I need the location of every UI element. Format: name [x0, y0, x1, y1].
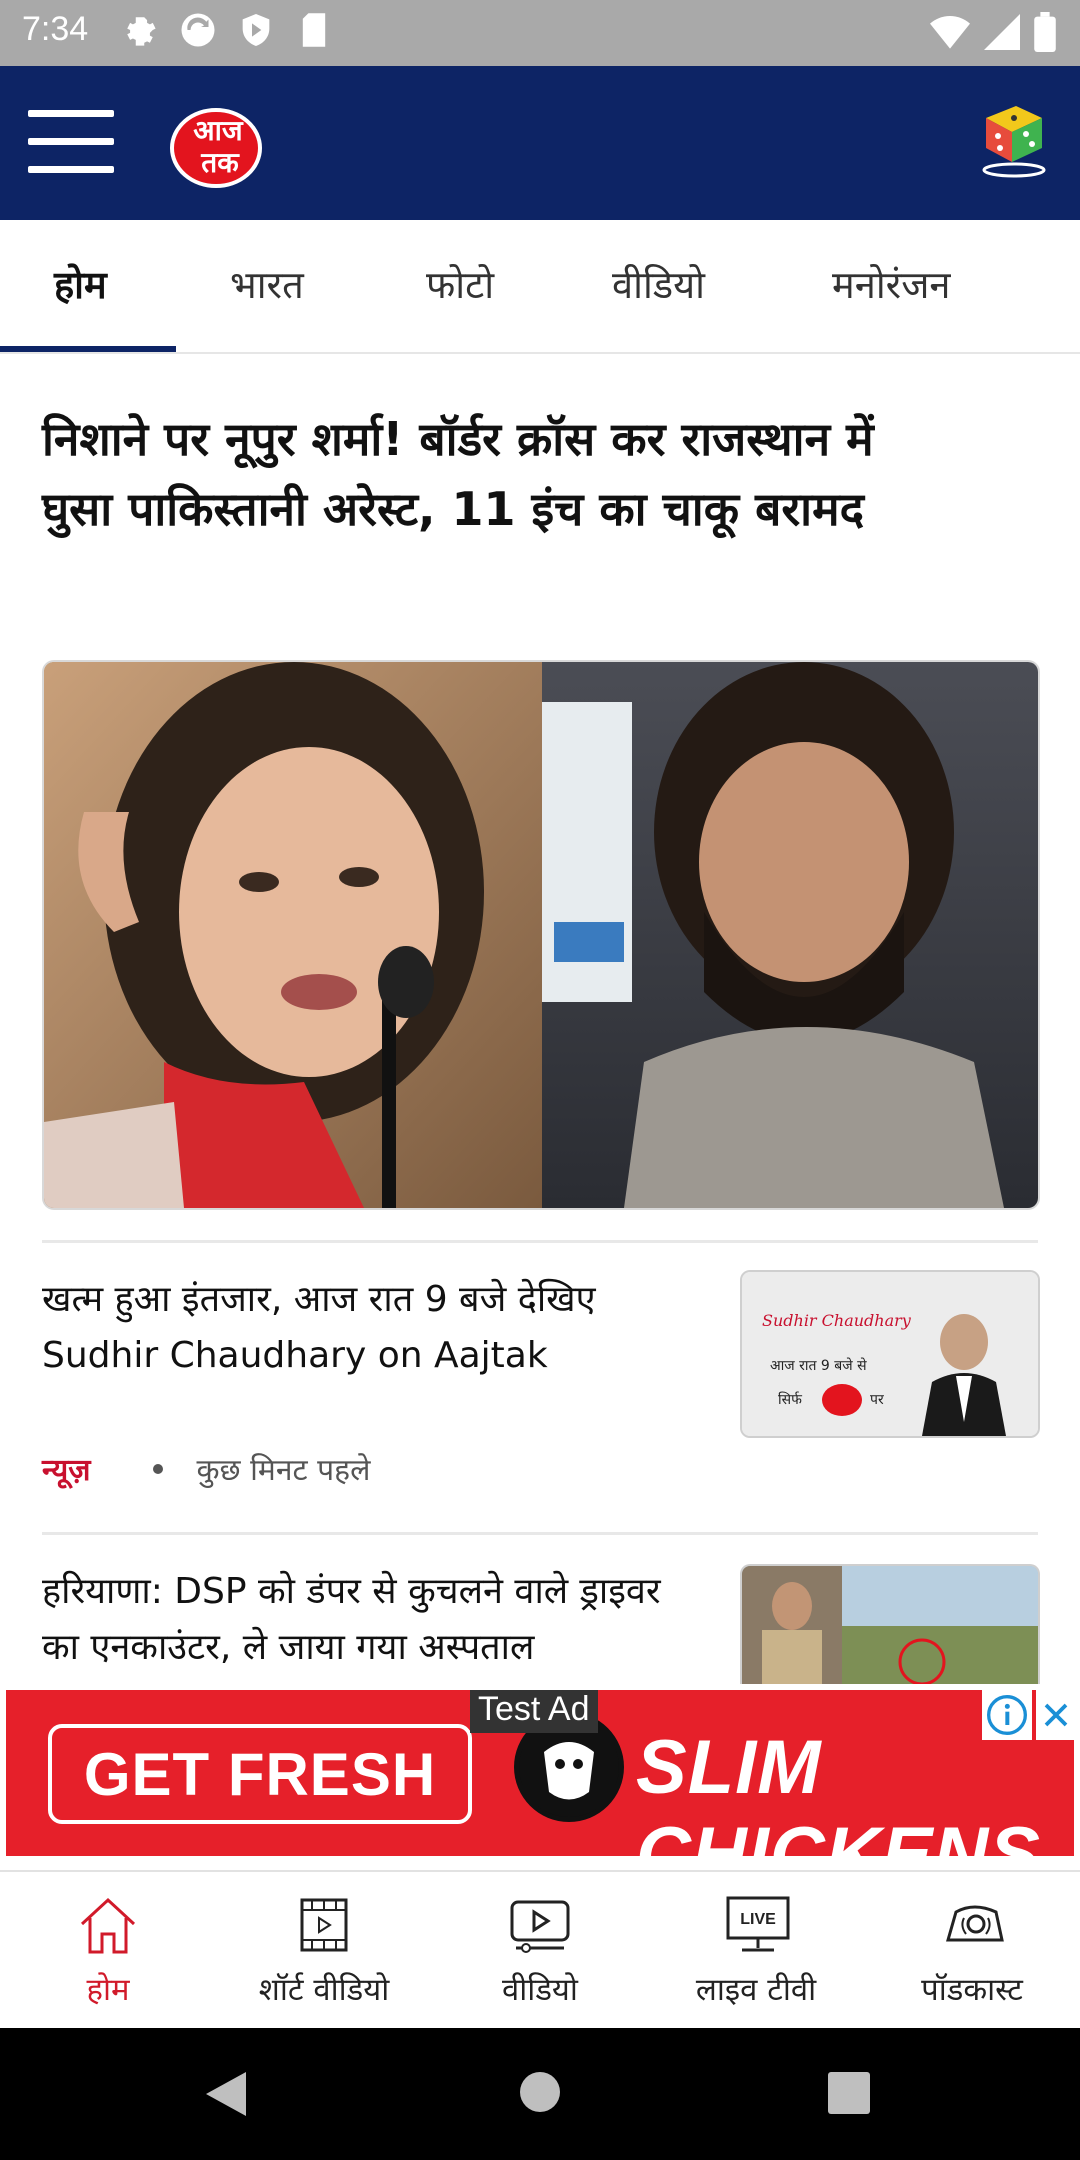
system-navigation-bar	[0, 2028, 1080, 2160]
signal-icon	[984, 14, 1020, 50]
ad-cta-button[interactable]: GET FRESH	[48, 1724, 472, 1824]
live-tv-icon: LIVE	[726, 1896, 790, 1952]
story-title-2[interactable]: हरियाणा: DSP को डंपर से कुचलने वाले ड्रा…	[42, 1564, 702, 1676]
test-ad-label: Test Ad	[470, 1690, 598, 1733]
bottom-navigation: होम शॉर्ट वीडियो वीडियो LIVE लाइव टीवी प…	[0, 1870, 1080, 2030]
category-tabs: होम भारत फोटो वीडियो मनोरंजन	[0, 220, 1080, 354]
ad-banner[interactable]: Test Ad GET FRESH SLIM CHICKENS	[6, 1690, 1074, 1856]
story-thumb-2[interactable]	[740, 1564, 1040, 1684]
nav-podcast[interactable]: पॉडकास्ट	[864, 1872, 1080, 2030]
nav-video-label: वीडियो	[502, 1972, 578, 2008]
home-circle-icon[interactable]	[518, 2070, 562, 2114]
nav-video[interactable]: वीडियो	[432, 1872, 648, 2030]
nav-podcast-label: पॉडकास्ट	[921, 1972, 1023, 2008]
play-shield-icon	[236, 10, 276, 50]
story-title-1[interactable]: खत्म हुआ इंतजार, आज रात 9 बजे देखिए Sudh…	[42, 1272, 702, 1384]
wifi-icon	[930, 16, 970, 49]
lead-story-title[interactable]: निशाने पर नूपुर शर्मा! बॉर्डर क्रॉस कर र…	[42, 404, 932, 544]
tab-photo[interactable]: फोटो	[426, 258, 494, 310]
lead-story-image[interactable]	[42, 660, 1040, 1210]
aajtak-logo[interactable]: आज तक	[168, 96, 268, 192]
divider	[42, 1532, 1038, 1535]
podcast-icon	[946, 1905, 1004, 1942]
status-time: 7:34	[22, 10, 89, 48]
status-bar: 7:34	[0, 0, 1080, 66]
sd-card-icon	[294, 10, 334, 50]
dice-game-icon[interactable]	[976, 96, 1050, 180]
thumb-time-text: आज रात 9 बजे से	[770, 1357, 867, 1374]
battery-icon	[1034, 12, 1056, 52]
nav-home[interactable]: होम	[0, 1872, 216, 2030]
live-badge: LIVE	[740, 1911, 776, 1928]
divider	[42, 1240, 1038, 1243]
nav-live-tv-label: लाइव टीवी	[695, 1972, 817, 2008]
thumb-signature: Sudhir Chaudhary	[762, 1311, 912, 1330]
video-play-icon	[510, 1900, 570, 1953]
logo-text-bottom: तक	[200, 146, 240, 179]
nav-home-label: होम	[86, 1972, 130, 2008]
ad-info-icon[interactable]	[982, 1690, 1032, 1740]
tab-bharat[interactable]: भारत	[230, 258, 304, 310]
nav-short-video-label: शॉर्ट वीडियो	[258, 1972, 390, 2008]
home-icon	[80, 1897, 136, 1954]
story-thumb-1[interactable]: Sudhir Chaudhary आज रात 9 बजे से सिर्फ प…	[740, 1270, 1040, 1438]
category-label[interactable]: न्यूज़	[42, 1448, 91, 1489]
nav-live-tv[interactable]: LIVE लाइव टीवी	[648, 1872, 864, 2030]
story-meta-1: न्यूज़ कुछ मिनट पहले	[42, 1448, 370, 1489]
status-system-icons	[930, 12, 1056, 52]
settings-gear-icon	[120, 10, 160, 50]
short-video-icon	[300, 1898, 348, 1952]
status-notification-icons	[120, 10, 334, 50]
back-icon[interactable]	[200, 2068, 250, 2120]
ad-brand-name: SLIM CHICKENS	[636, 1725, 1041, 1856]
thumb-par-text: पर	[870, 1392, 884, 1408]
timestamp: कुछ मिनट पहले	[196, 1453, 371, 1488]
separator-dot	[152, 1463, 163, 1474]
active-tab-indicator	[0, 346, 176, 352]
app-header: आज तक	[0, 66, 1080, 220]
nav-short-video[interactable]: शॉर्ट वीडियो	[216, 1872, 432, 2030]
hamburger-menu-icon[interactable]	[28, 110, 114, 174]
thumb-only-text: सिर्फ	[778, 1391, 802, 1408]
sync-icon	[178, 10, 218, 50]
tab-entertainment[interactable]: मनोरंजन	[832, 258, 950, 310]
tab-home[interactable]: होम	[54, 258, 107, 310]
recents-square-icon[interactable]	[828, 2072, 870, 2114]
logo-text-top: आज	[193, 114, 244, 147]
tab-video[interactable]: वीडियो	[612, 258, 705, 310]
ad-close-icon[interactable]	[1036, 1690, 1074, 1740]
